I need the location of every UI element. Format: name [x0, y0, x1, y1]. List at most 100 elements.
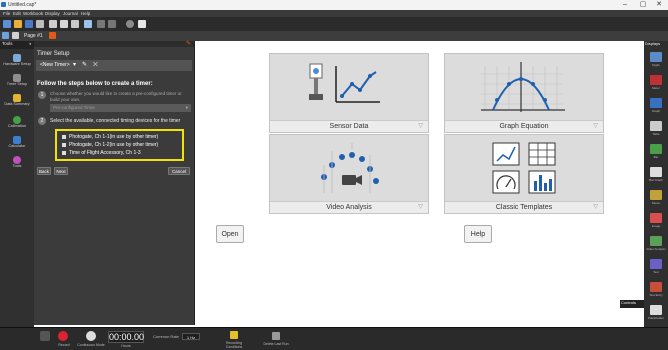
save-icon[interactable] [25, 20, 33, 28]
menu-help[interactable]: Help [81, 11, 90, 16]
screenshot-icon[interactable] [84, 20, 92, 28]
graph-equation-icon [481, 62, 565, 112]
checkbox-icon [62, 134, 66, 139]
next-button[interactable]: Next [54, 167, 68, 175]
meter-display-icon[interactable] [650, 75, 662, 85]
video-analysis-display-icon[interactable] [650, 236, 662, 246]
tile-classic-templates[interactable]: Classic Templates ▽ [444, 134, 604, 214]
menu-file[interactable]: File [3, 11, 10, 16]
image-display-icon[interactable] [650, 213, 662, 223]
new-file-icon[interactable] [3, 20, 11, 28]
menu-edit[interactable]: Edit [13, 11, 21, 16]
add-page-icon[interactable] [36, 20, 44, 28]
page-tab-label[interactable]: Page #1 [24, 32, 43, 40]
help-button[interactable]: Help [464, 225, 492, 243]
movie-display-icon[interactable] [650, 190, 662, 200]
paste-icon[interactable] [71, 20, 79, 28]
digits-display-icon[interactable] [650, 52, 662, 62]
hardware-setup-icon [13, 54, 21, 62]
new-timer-dropdown[interactable]: <New Timer> [40, 62, 70, 68]
chevron-down-icon[interactable]: ▾ [73, 61, 76, 68]
minimize-button[interactable]: – [618, 1, 632, 9]
checkbox-icon [62, 142, 66, 147]
recording-conditions-icon[interactable] [230, 331, 238, 339]
placeholder-icon[interactable] [650, 305, 662, 315]
cancel-button[interactable]: Cancel [168, 167, 190, 175]
tool-calculator[interactable]: Calculator [2, 135, 32, 153]
collapse-icon: ◂ [28, 41, 31, 46]
bar-label: Bar [653, 155, 659, 159]
record-mode-icon[interactable] [40, 331, 50, 341]
close-panel-icon[interactable]: ✎ [186, 40, 192, 47]
movie-label: Movie [651, 201, 660, 205]
journal-icon[interactable] [2, 32, 9, 39]
bar-display-icon[interactable] [650, 144, 662, 154]
meter-gauge-icon[interactable] [650, 167, 662, 177]
video-analysis-label: Video Analysis [270, 201, 428, 213]
checkbox-icon [62, 150, 66, 155]
close-button[interactable]: ✕ [652, 1, 666, 9]
timer-selector-bar: <New Timer> ▾ ✎ ✕ [36, 60, 192, 71]
delete-icon[interactable]: ✕ [92, 60, 99, 69]
page-list-icon[interactable] [12, 32, 19, 39]
controls-toggle[interactable]: Controls [620, 300, 644, 308]
close-page-icon[interactable] [49, 32, 56, 39]
tool-timer-setup[interactable]: Timer Setup [2, 73, 32, 91]
tile-graph-equation[interactable]: Graph Equation ▽ [444, 53, 604, 133]
tool-tools[interactable]: Tools [2, 155, 32, 173]
step-1-text: Choose whether you would like to create … [50, 91, 182, 102]
redo-icon[interactable] [108, 20, 116, 28]
open-folder-icon[interactable] [14, 20, 22, 28]
undo-icon[interactable] [97, 20, 105, 28]
text-label: Text [653, 270, 659, 274]
device-item[interactable]: Photogate, Ch 1-2(in use by other timer) [62, 142, 158, 148]
page-tabs: Page #1 [0, 31, 668, 41]
table-display-icon[interactable] [650, 121, 662, 131]
graph-equation-label: Graph Equation [445, 120, 603, 132]
graph-label: Graph [651, 109, 661, 113]
graph-display-icon[interactable] [650, 98, 662, 108]
menu-display[interactable]: Display [45, 11, 60, 16]
timer-type-select[interactable]: Pre-configured Timer ▾ [50, 104, 191, 112]
text-display-icon[interactable] [650, 259, 662, 269]
menu-workbook[interactable]: Workbook [23, 11, 43, 16]
device-item[interactable]: Photogate, Ch 1-1(in use by other timer) [62, 134, 158, 140]
chevron-down-icon[interactable]: ▽ [593, 203, 598, 210]
tile-sensor-data[interactable]: Sensor Data ▽ [269, 53, 429, 133]
menu-journal[interactable]: Journal [63, 11, 78, 16]
device-item[interactable]: Time of Flight Accessory, Ch 1-3 [62, 150, 141, 156]
chevron-down-icon[interactable]: ▽ [418, 203, 423, 210]
chevron-down-icon[interactable]: ▽ [418, 122, 423, 129]
record-icon[interactable] [58, 331, 68, 341]
cut-icon[interactable] [49, 20, 57, 28]
snapshot-icon[interactable] [138, 20, 146, 28]
tool-calibration[interactable]: Calibration [2, 115, 32, 133]
tools-header: Tools ◂ [0, 41, 34, 49]
back-button[interactable]: Back [37, 167, 51, 175]
maximize-button[interactable]: ▢ [636, 1, 650, 9]
open-button[interactable]: Open [216, 225, 244, 243]
text-entry-icon[interactable] [650, 282, 662, 292]
text-entry-label: Text Entry [649, 293, 663, 297]
data-summary-icon [13, 94, 21, 102]
table-label: Table [652, 132, 660, 136]
video-analysis-icon [321, 143, 379, 193]
panel-header: ✎ [34, 41, 194, 47]
copy-icon[interactable] [60, 20, 68, 28]
mode-icon[interactable] [86, 331, 96, 341]
chevron-down-icon[interactable]: ▽ [593, 122, 598, 129]
recording-conditions-label: Recording Conditions [225, 341, 243, 349]
bar-graph-label: Bar Graph [649, 178, 663, 182]
chevron-down-icon: ▾ [185, 105, 188, 110]
edit-icon[interactable]: ✎ [82, 61, 87, 68]
tool-hardware-setup[interactable]: Hardware Setup [2, 53, 32, 71]
delete-run-icon[interactable] [272, 332, 280, 340]
tool-data-summary[interactable]: Data Summary [2, 93, 32, 111]
instructions-heading: Follow the steps below to create a timer… [37, 81, 153, 87]
rate-select[interactable]: 1 Hz [182, 333, 200, 340]
tile-video-analysis[interactable]: Video Analysis ▽ [269, 134, 429, 214]
video-analysis-label: Video Analysis [646, 247, 666, 251]
step-1-badge: 1 [38, 91, 46, 99]
camera-icon[interactable] [126, 20, 134, 28]
record-label: Record [58, 343, 70, 347]
